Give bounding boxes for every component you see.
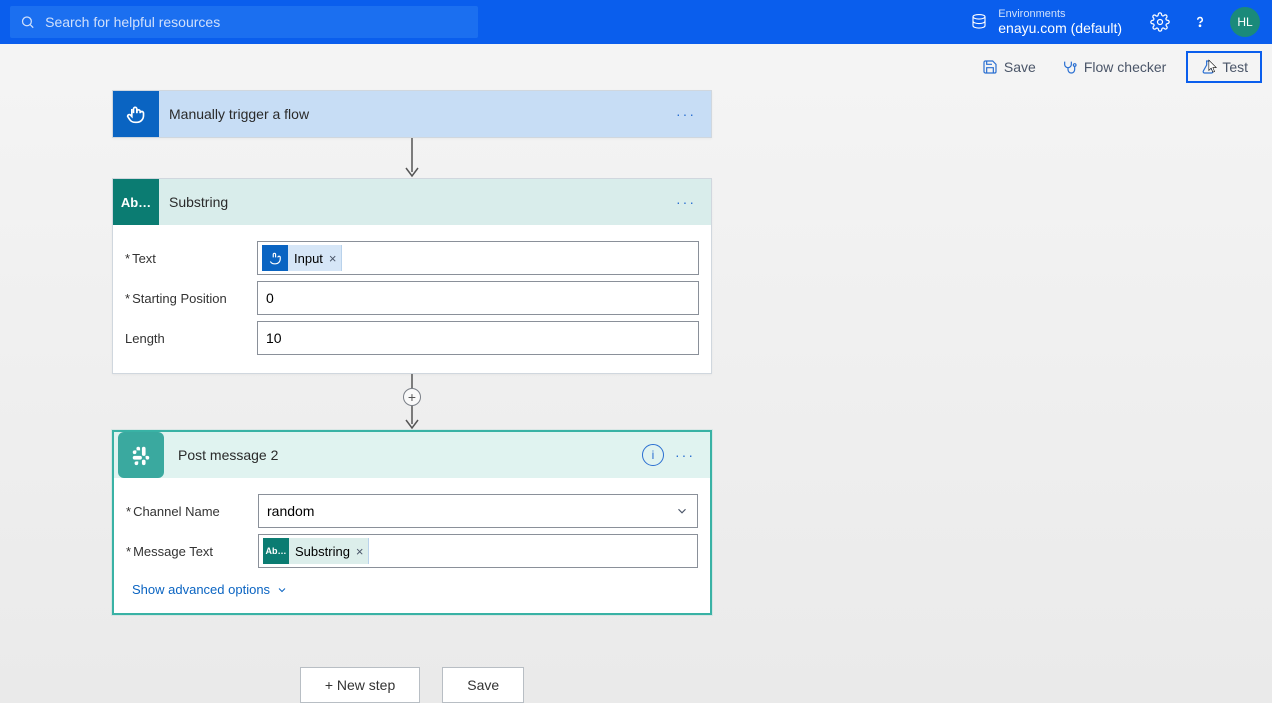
message-label: Message Text	[126, 544, 258, 559]
database-icon	[970, 13, 988, 31]
footer-actions: + New step Save	[112, 667, 712, 703]
ellipsis-icon: ···	[676, 194, 696, 210]
manual-trigger-icon	[113, 91, 159, 137]
show-advanced-toggle[interactable]: Show advanced options	[126, 578, 698, 601]
substring-icon: Ab…	[263, 538, 289, 564]
manual-trigger-icon	[262, 245, 288, 271]
post-message-card[interactable]: Post message 2 i ··· Channel Name random…	[112, 430, 712, 615]
channel-label: Channel Name	[126, 504, 258, 519]
substring-menu[interactable]: ···	[671, 187, 701, 217]
save-command[interactable]: Save	[976, 55, 1042, 79]
channel-select[interactable]: random	[258, 494, 698, 528]
substring-icon: Ab…	[113, 179, 159, 225]
stethoscope-icon	[1062, 59, 1078, 75]
save-button[interactable]: Save	[442, 667, 524, 703]
ellipsis-icon: ···	[675, 447, 695, 463]
test-command[interactable]: Test	[1186, 51, 1262, 83]
post-menu[interactable]: ···	[670, 440, 700, 470]
arrow-down-icon	[403, 404, 421, 430]
flask-icon	[1200, 59, 1216, 75]
start-field[interactable]	[257, 281, 699, 315]
settings-button[interactable]	[1150, 12, 1170, 32]
search-input[interactable]	[45, 14, 468, 30]
slack-icon	[118, 432, 164, 478]
info-button[interactable]: i	[642, 444, 664, 466]
length-input[interactable]	[266, 330, 690, 346]
test-label: Test	[1222, 59, 1248, 75]
trigger-menu[interactable]: ···	[671, 99, 701, 129]
env-label: Environments	[998, 8, 1122, 20]
chevron-down-icon	[675, 504, 689, 518]
trigger-title: Manually trigger a flow	[169, 106, 309, 122]
user-avatar[interactable]: HL	[1230, 7, 1260, 37]
channel-value: random	[267, 503, 314, 519]
substring-token[interactable]: Ab… Substring ×	[263, 538, 369, 564]
connector-1	[112, 138, 712, 178]
connector-2: +	[112, 374, 712, 430]
help-icon	[1191, 13, 1209, 31]
new-step-button[interactable]: + New step	[300, 667, 420, 703]
show-advanced-label: Show advanced options	[132, 582, 270, 597]
top-bar: Environments enayu.com (default) HL	[0, 0, 1272, 44]
text-label: Text	[125, 251, 257, 266]
insert-step-button[interactable]: +	[403, 388, 421, 406]
search-box[interactable]	[10, 6, 478, 38]
env-name: enayu.com (default)	[998, 20, 1122, 36]
command-bar: Save Flow checker Test	[0, 44, 1272, 90]
save-label: Save	[1004, 59, 1036, 75]
arrow-down-icon	[403, 138, 421, 178]
token-label: Substring	[295, 544, 350, 559]
input-token[interactable]: Input ×	[262, 245, 342, 271]
gear-icon	[1150, 12, 1170, 32]
start-label: Starting Position	[125, 291, 257, 306]
trigger-card[interactable]: Manually trigger a flow ···	[112, 90, 712, 138]
message-field[interactable]: Ab… Substring ×	[258, 534, 698, 568]
flow-checker-command[interactable]: Flow checker	[1056, 55, 1172, 79]
flow-canvas: Manually trigger a flow ··· Ab… Substrin…	[0, 90, 1272, 703]
post-title: Post message 2	[178, 447, 278, 463]
substring-card[interactable]: Ab… Substring ··· Text Input ×	[112, 178, 712, 374]
length-field[interactable]	[257, 321, 699, 355]
token-label: Input	[294, 251, 323, 266]
save-icon	[982, 59, 998, 75]
start-input[interactable]	[266, 290, 690, 306]
text-field[interactable]: Input ×	[257, 241, 699, 275]
substring-title: Substring	[169, 194, 228, 210]
chevron-down-icon	[276, 584, 288, 596]
line-icon	[403, 374, 421, 388]
token-remove[interactable]: ×	[356, 544, 364, 559]
help-button[interactable]	[1190, 12, 1210, 32]
token-remove[interactable]: ×	[329, 251, 337, 266]
environment-picker[interactable]: Environments enayu.com (default)	[970, 8, 1122, 36]
length-label: Length	[125, 331, 257, 346]
search-icon	[20, 14, 35, 30]
ellipsis-icon: ···	[676, 106, 696, 122]
flow-checker-label: Flow checker	[1084, 59, 1166, 75]
